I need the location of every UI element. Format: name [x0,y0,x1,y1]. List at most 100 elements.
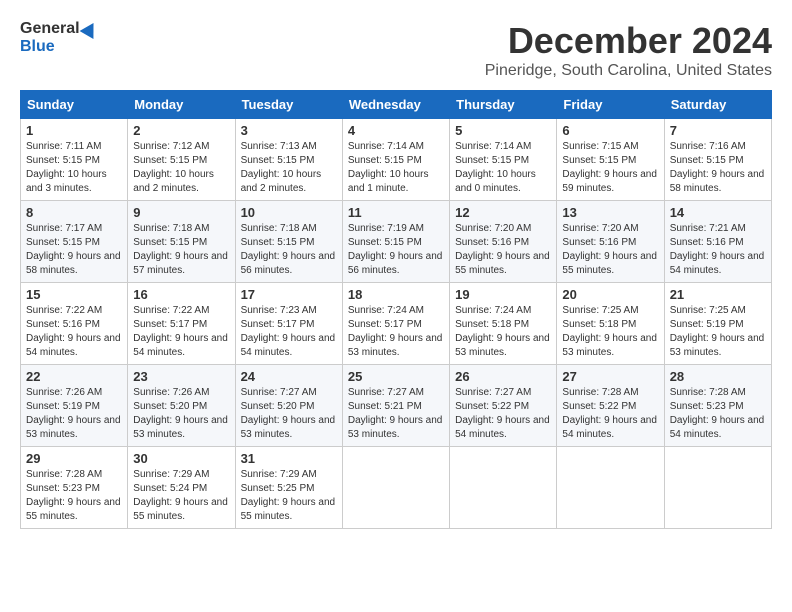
calendar-day-30: 30 Sunrise: 7:29 AMSunset: 5:24 PMDaylig… [128,447,235,529]
calendar-day-24: 24 Sunrise: 7:27 AMSunset: 5:20 PMDaylig… [235,365,342,447]
day-number: 5 [455,123,551,138]
calendar-day-23: 23 Sunrise: 7:26 AMSunset: 5:20 PMDaylig… [128,365,235,447]
weekday-header-monday: Monday [128,91,235,119]
empty-cell [342,447,449,529]
calendar-day-11: 11 Sunrise: 7:19 AMSunset: 5:15 PMDaylig… [342,201,449,283]
calendar-day-2: 2 Sunrise: 7:12 AMSunset: 5:15 PMDayligh… [128,119,235,201]
day-number: 8 [26,205,122,220]
day-info: Sunrise: 7:24 AMSunset: 5:18 PMDaylight:… [455,305,550,358]
calendar-day-4: 4 Sunrise: 7:14 AMSunset: 5:15 PMDayligh… [342,119,449,201]
calendar-day-13: 13 Sunrise: 7:20 AMSunset: 5:16 PMDaylig… [557,201,664,283]
calendar-day-14: 14 Sunrise: 7:21 AMSunset: 5:16 PMDaylig… [664,201,771,283]
day-info: Sunrise: 7:22 AMSunset: 5:16 PMDaylight:… [26,305,121,358]
day-number: 13 [562,205,658,220]
calendar-day-21: 21 Sunrise: 7:25 AMSunset: 5:19 PMDaylig… [664,283,771,365]
title-block: December 2024 Pineridge, South Carolina,… [485,20,772,80]
day-number: 30 [133,451,229,466]
day-info: Sunrise: 7:19 AMSunset: 5:15 PMDaylight:… [348,223,443,276]
calendar-day-1: 1 Sunrise: 7:11 AMSunset: 5:15 PMDayligh… [21,119,128,201]
day-info: Sunrise: 7:12 AMSunset: 5:15 PMDaylight:… [133,141,214,194]
day-number: 2 [133,123,229,138]
calendar-day-20: 20 Sunrise: 7:25 AMSunset: 5:18 PMDaylig… [557,283,664,365]
calendar-day-25: 25 Sunrise: 7:27 AMSunset: 5:21 PMDaylig… [342,365,449,447]
month-title: December 2024 [485,20,772,62]
day-info: Sunrise: 7:20 AMSunset: 5:16 PMDaylight:… [562,223,657,276]
calendar-table: SundayMondayTuesdayWednesdayThursdayFrid… [20,90,772,529]
day-info: Sunrise: 7:18 AMSunset: 5:15 PMDaylight:… [241,223,336,276]
day-number: 7 [670,123,766,138]
calendar-day-26: 26 Sunrise: 7:27 AMSunset: 5:22 PMDaylig… [450,365,557,447]
day-info: Sunrise: 7:15 AMSunset: 5:15 PMDaylight:… [562,141,657,194]
weekday-header-wednesday: Wednesday [342,91,449,119]
day-number: 29 [26,451,122,466]
day-info: Sunrise: 7:29 AMSunset: 5:24 PMDaylight:… [133,469,228,522]
calendar-day-7: 7 Sunrise: 7:16 AMSunset: 5:15 PMDayligh… [664,119,771,201]
day-number: 26 [455,369,551,384]
day-info: Sunrise: 7:14 AMSunset: 5:15 PMDaylight:… [455,141,536,194]
day-info: Sunrise: 7:28 AMSunset: 5:23 PMDaylight:… [26,469,121,522]
calendar-day-19: 19 Sunrise: 7:24 AMSunset: 5:18 PMDaylig… [450,283,557,365]
logo: General Blue [20,20,98,56]
day-number: 24 [241,369,337,384]
calendar-day-17: 17 Sunrise: 7:23 AMSunset: 5:17 PMDaylig… [235,283,342,365]
calendar-day-5: 5 Sunrise: 7:14 AMSunset: 5:15 PMDayligh… [450,119,557,201]
day-info: Sunrise: 7:17 AMSunset: 5:15 PMDaylight:… [26,223,121,276]
day-number: 27 [562,369,658,384]
logo-blue-text: Blue [20,38,55,56]
calendar-day-16: 16 Sunrise: 7:22 AMSunset: 5:17 PMDaylig… [128,283,235,365]
day-number: 10 [241,205,337,220]
day-number: 20 [562,287,658,302]
calendar-day-6: 6 Sunrise: 7:15 AMSunset: 5:15 PMDayligh… [557,119,664,201]
calendar-day-3: 3 Sunrise: 7:13 AMSunset: 5:15 PMDayligh… [235,119,342,201]
day-info: Sunrise: 7:20 AMSunset: 5:16 PMDaylight:… [455,223,550,276]
calendar-body: 1 Sunrise: 7:11 AMSunset: 5:15 PMDayligh… [21,119,772,529]
day-info: Sunrise: 7:21 AMSunset: 5:16 PMDaylight:… [670,223,765,276]
day-info: Sunrise: 7:27 AMSunset: 5:22 PMDaylight:… [455,387,550,440]
day-number: 28 [670,369,766,384]
calendar-day-15: 15 Sunrise: 7:22 AMSunset: 5:16 PMDaylig… [21,283,128,365]
weekday-header-friday: Friday [557,91,664,119]
calendar-day-29: 29 Sunrise: 7:28 AMSunset: 5:23 PMDaylig… [21,447,128,529]
calendar-week-3: 15 Sunrise: 7:22 AMSunset: 5:16 PMDaylig… [21,283,772,365]
calendar-day-31: 31 Sunrise: 7:29 AMSunset: 5:25 PMDaylig… [235,447,342,529]
calendar-week-2: 8 Sunrise: 7:17 AMSunset: 5:15 PMDayligh… [21,201,772,283]
day-number: 22 [26,369,122,384]
weekday-header-saturday: Saturday [664,91,771,119]
logo-triangle-icon [79,19,100,39]
day-info: Sunrise: 7:29 AMSunset: 5:25 PMDaylight:… [241,469,336,522]
day-number: 19 [455,287,551,302]
day-info: Sunrise: 7:22 AMSunset: 5:17 PMDaylight:… [133,305,228,358]
empty-cell [664,447,771,529]
weekday-header-thursday: Thursday [450,91,557,119]
day-info: Sunrise: 7:25 AMSunset: 5:19 PMDaylight:… [670,305,765,358]
day-info: Sunrise: 7:11 AMSunset: 5:15 PMDaylight:… [26,141,107,194]
day-number: 1 [26,123,122,138]
day-number: 18 [348,287,444,302]
calendar-day-18: 18 Sunrise: 7:24 AMSunset: 5:17 PMDaylig… [342,283,449,365]
day-number: 21 [670,287,766,302]
day-info: Sunrise: 7:26 AMSunset: 5:20 PMDaylight:… [133,387,228,440]
location-title: Pineridge, South Carolina, United States [485,62,772,80]
calendar-header-row: SundayMondayTuesdayWednesdayThursdayFrid… [21,91,772,119]
day-number: 17 [241,287,337,302]
calendar-day-9: 9 Sunrise: 7:18 AMSunset: 5:15 PMDayligh… [128,201,235,283]
day-info: Sunrise: 7:28 AMSunset: 5:23 PMDaylight:… [670,387,765,440]
calendar-day-12: 12 Sunrise: 7:20 AMSunset: 5:16 PMDaylig… [450,201,557,283]
day-number: 4 [348,123,444,138]
calendar-week-1: 1 Sunrise: 7:11 AMSunset: 5:15 PMDayligh… [21,119,772,201]
day-number: 9 [133,205,229,220]
weekday-header-sunday: Sunday [21,91,128,119]
day-info: Sunrise: 7:24 AMSunset: 5:17 PMDaylight:… [348,305,443,358]
empty-cell [450,447,557,529]
day-info: Sunrise: 7:27 AMSunset: 5:21 PMDaylight:… [348,387,443,440]
day-info: Sunrise: 7:13 AMSunset: 5:15 PMDaylight:… [241,141,322,194]
day-info: Sunrise: 7:28 AMSunset: 5:22 PMDaylight:… [562,387,657,440]
day-number: 23 [133,369,229,384]
calendar-week-5: 29 Sunrise: 7:28 AMSunset: 5:23 PMDaylig… [21,447,772,529]
day-number: 6 [562,123,658,138]
day-info: Sunrise: 7:16 AMSunset: 5:15 PMDaylight:… [670,141,765,194]
day-info: Sunrise: 7:14 AMSunset: 5:15 PMDaylight:… [348,141,429,194]
calendar-day-28: 28 Sunrise: 7:28 AMSunset: 5:23 PMDaylig… [664,365,771,447]
day-number: 3 [241,123,337,138]
calendar-day-10: 10 Sunrise: 7:18 AMSunset: 5:15 PMDaylig… [235,201,342,283]
